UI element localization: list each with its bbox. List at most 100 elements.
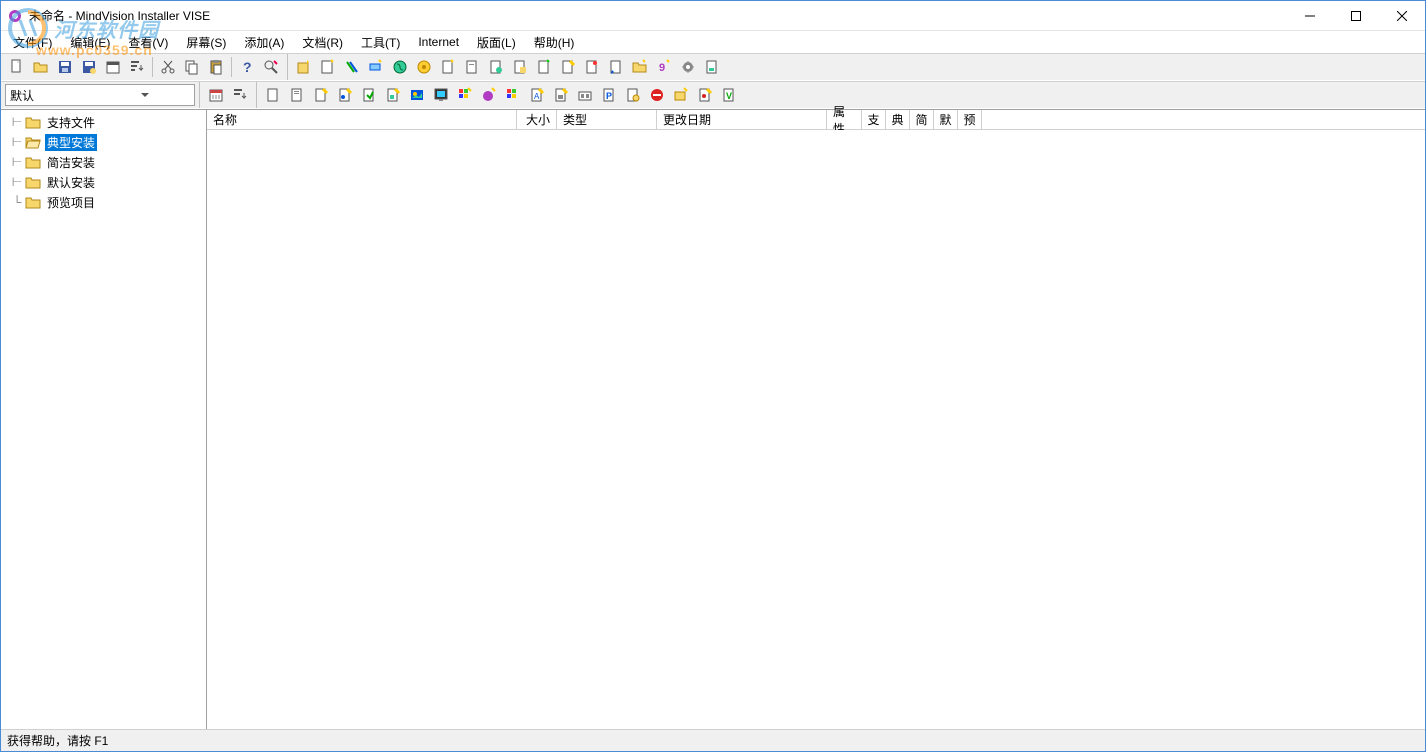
toolbar-group-2a bbox=[200, 82, 257, 108]
minimize-button[interactable] bbox=[1287, 1, 1333, 30]
toolbar-row-1: ? 9 bbox=[1, 53, 1425, 81]
toolbar-separator bbox=[231, 57, 232, 77]
tree-item-minimal-install[interactable]: ⊢ 简洁安装 bbox=[1, 152, 206, 172]
menu-file[interactable]: 文件(F) bbox=[5, 32, 60, 53]
wiz-icon[interactable] bbox=[413, 56, 435, 78]
column-name[interactable]: 名称 bbox=[207, 110, 517, 129]
wiz-icon[interactable] bbox=[461, 56, 483, 78]
tree-label: 支持文件 bbox=[45, 114, 97, 131]
page-button[interactable] bbox=[670, 84, 692, 106]
menu-help[interactable]: 帮助(H) bbox=[526, 32, 583, 53]
wiz-icon[interactable]: 9 bbox=[653, 56, 675, 78]
toolbar-group-dropdown: 默认 bbox=[1, 82, 200, 108]
menu-document[interactable]: 文档(R) bbox=[294, 32, 351, 53]
page-button[interactable] bbox=[550, 84, 572, 106]
content-listview: 名称 大小 类型 更改日期 属性 支 典 简 默 预 bbox=[207, 110, 1425, 729]
page-button[interactable] bbox=[622, 84, 644, 106]
column-size[interactable]: 大小 bbox=[517, 110, 557, 129]
page-button[interactable]: P bbox=[598, 84, 620, 106]
open-button[interactable] bbox=[30, 56, 52, 78]
tree-item-support-files[interactable]: ⊢ 支持文件 bbox=[1, 112, 206, 132]
save-button[interactable] bbox=[54, 56, 76, 78]
wiz-icon[interactable] bbox=[605, 56, 627, 78]
tree-label: 简洁安装 bbox=[45, 154, 97, 171]
folder-icon bbox=[25, 194, 41, 210]
tree-item-preview[interactable]: └ 预览项目 bbox=[1, 192, 206, 212]
wiz-icon[interactable] bbox=[533, 56, 555, 78]
wiz-icon[interactable] bbox=[389, 56, 411, 78]
page-button[interactable] bbox=[454, 84, 476, 106]
page-button[interactable] bbox=[406, 84, 428, 106]
wiz-icon[interactable] bbox=[677, 56, 699, 78]
maximize-button[interactable] bbox=[1333, 1, 1379, 30]
wiz-icon[interactable] bbox=[485, 56, 507, 78]
cut-button[interactable] bbox=[157, 56, 179, 78]
column-type[interactable]: 类型 bbox=[557, 110, 657, 129]
menu-screen[interactable]: 屏幕(S) bbox=[178, 32, 234, 53]
folder-icon bbox=[25, 154, 41, 170]
page-button[interactable]: V bbox=[718, 84, 740, 106]
page-button[interactable] bbox=[502, 84, 524, 106]
page-button[interactable] bbox=[286, 84, 308, 106]
list-down-button[interactable] bbox=[229, 84, 251, 106]
app-icon bbox=[7, 8, 23, 24]
wiz-icon[interactable] bbox=[317, 56, 339, 78]
wiz-icon[interactable] bbox=[701, 56, 723, 78]
page-button[interactable] bbox=[334, 84, 356, 106]
layout-dropdown[interactable]: 默认 bbox=[5, 84, 195, 106]
tree-item-default-install[interactable]: ⊢ 默认安装 bbox=[1, 172, 206, 192]
paste-button[interactable] bbox=[205, 56, 227, 78]
column-attr[interactable]: 属性 bbox=[827, 110, 862, 129]
find-button[interactable] bbox=[260, 56, 282, 78]
menu-tools[interactable]: 工具(T) bbox=[353, 32, 408, 53]
wiz-icon[interactable] bbox=[437, 56, 459, 78]
column-preview[interactable]: 预 bbox=[958, 110, 982, 129]
menu-add[interactable]: 添加(A) bbox=[236, 32, 292, 53]
svg-text:V: V bbox=[726, 91, 732, 101]
titlebar: 未命名 - MindVision Installer VISE bbox=[1, 1, 1425, 31]
save-as-button[interactable] bbox=[78, 56, 100, 78]
calendar-button[interactable] bbox=[205, 84, 227, 106]
sort-down-button[interactable] bbox=[126, 56, 148, 78]
page-button[interactable] bbox=[646, 84, 668, 106]
page-button[interactable] bbox=[262, 84, 284, 106]
svg-text:9: 9 bbox=[659, 62, 665, 74]
page-button[interactable] bbox=[430, 84, 452, 106]
wiz-icon[interactable] bbox=[557, 56, 579, 78]
wiz-icon[interactable] bbox=[365, 56, 387, 78]
menu-view[interactable]: 查看(V) bbox=[120, 32, 176, 53]
toolbar-group-2b: A P V bbox=[257, 82, 745, 108]
column-support[interactable]: 支 bbox=[862, 110, 886, 129]
column-modified[interactable]: 更改日期 bbox=[657, 110, 827, 129]
help-button[interactable]: ? bbox=[236, 56, 258, 78]
page-button[interactable] bbox=[574, 84, 596, 106]
list-header: 名称 大小 类型 更改日期 属性 支 典 简 默 预 bbox=[207, 110, 1425, 130]
wiz-icon[interactable] bbox=[629, 56, 651, 78]
tree-connector: ⊢ bbox=[9, 115, 25, 129]
svg-text:P: P bbox=[606, 91, 612, 101]
page-button[interactable]: A bbox=[526, 84, 548, 106]
wiz-icon[interactable] bbox=[293, 56, 315, 78]
wiz-icon[interactable] bbox=[581, 56, 603, 78]
date-button[interactable] bbox=[102, 56, 124, 78]
list-body[interactable] bbox=[207, 130, 1425, 729]
menu-internet[interactable]: Internet bbox=[410, 33, 467, 51]
tree-item-typical-install[interactable]: ⊢ 典型安装 bbox=[1, 132, 206, 152]
page-button[interactable] bbox=[694, 84, 716, 106]
sidebar-tree[interactable]: ⊢ 支持文件 ⊢ 典型安装 ⊢ 简洁安装 ⊢ 默认安装 └ bbox=[1, 110, 207, 729]
menu-layout[interactable]: 版面(L) bbox=[469, 32, 524, 53]
toolbar-group-file: ? bbox=[1, 54, 288, 80]
close-button[interactable] bbox=[1379, 1, 1425, 30]
menu-edit[interactable]: 编辑(E) bbox=[62, 32, 118, 53]
copy-button[interactable] bbox=[181, 56, 203, 78]
page-button[interactable] bbox=[358, 84, 380, 106]
new-file-button[interactable] bbox=[6, 56, 28, 78]
column-typical[interactable]: 典 bbox=[886, 110, 910, 129]
page-button[interactable] bbox=[382, 84, 404, 106]
wiz-icon[interactable] bbox=[509, 56, 531, 78]
column-default[interactable]: 默 bbox=[934, 110, 958, 129]
column-minimal[interactable]: 简 bbox=[910, 110, 934, 129]
wiz-icon[interactable] bbox=[341, 56, 363, 78]
page-button[interactable] bbox=[478, 84, 500, 106]
page-button[interactable] bbox=[310, 84, 332, 106]
